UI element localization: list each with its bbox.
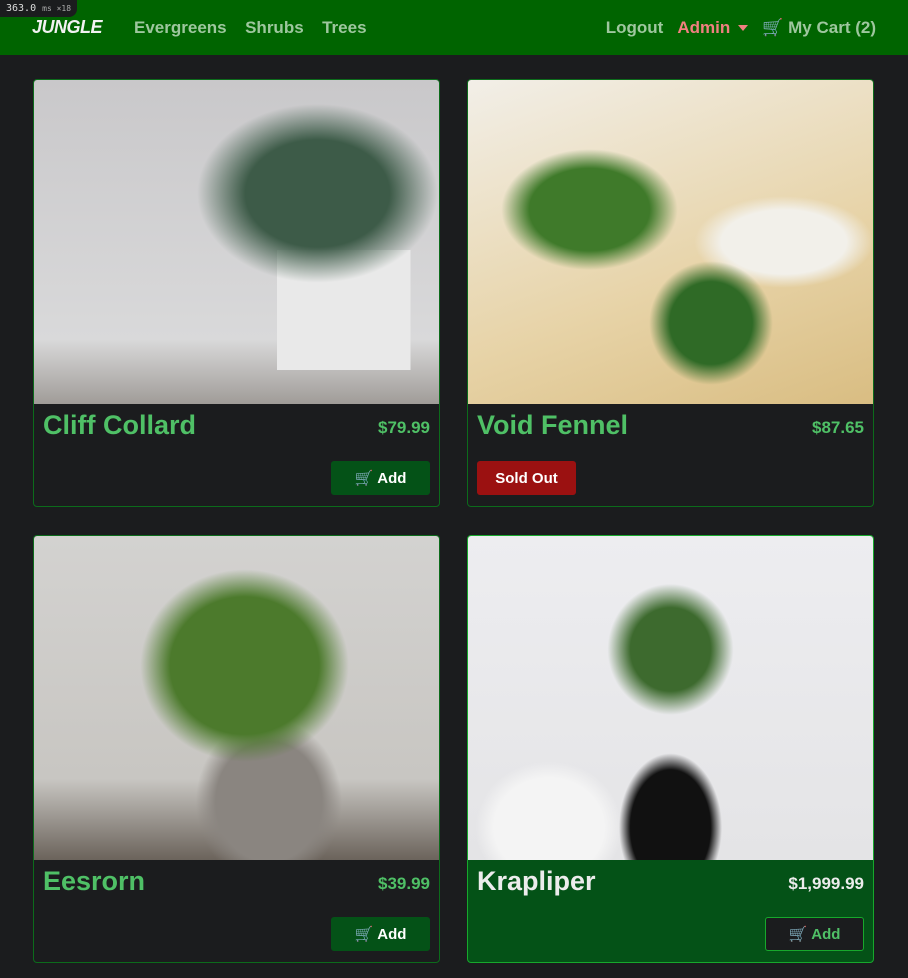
perf-unit: ms ×18 [42, 4, 72, 13]
product-card[interactable]: Cliff Collard $79.99 🛒 Add [33, 79, 440, 507]
product-name[interactable]: Krapliper [477, 866, 596, 897]
product-price: $79.99 [378, 418, 430, 437]
cart-link[interactable]: 🛒 My Cart (2) [762, 18, 876, 38]
add-to-cart-button[interactable]: 🛒 Add [331, 917, 430, 951]
product-card[interactable]: Void Fennel $87.65 Sold Out [467, 79, 874, 507]
add-to-cart-button[interactable]: 🛒 Add [765, 917, 864, 951]
brand-logo[interactable]: JUNGLE [32, 17, 103, 38]
product-price: $1,999.99 [788, 874, 864, 893]
perf-overlay: 363.0 ms ×18 [0, 0, 78, 17]
cart-label: My Cart (2) [788, 17, 876, 37]
add-label: Add [377, 925, 407, 943]
nav-shrubs[interactable]: Shrubs [245, 18, 304, 37]
product-image [34, 536, 439, 860]
sold-out-badge: Sold Out [477, 461, 576, 495]
cart-icon: 🛒 [354, 470, 374, 487]
nav-evergreens[interactable]: Evergreens [134, 18, 227, 37]
cart-icon: 🛒 [354, 926, 374, 943]
admin-dropdown[interactable]: Admin [677, 17, 749, 38]
cart-icon: 🛒 [788, 926, 808, 943]
product-grid: Cliff Collard $79.99 🛒 Add Void Fennel $8… [33, 79, 874, 963]
add-label: Add [811, 925, 841, 943]
product-image [468, 80, 873, 404]
logout-link[interactable]: Logout [606, 18, 664, 38]
product-card[interactable]: Krapliper $1,999.99 🛒 Add [467, 535, 874, 963]
category-nav: Evergreens Shrubs Trees [134, 18, 381, 38]
product-price: $87.65 [812, 418, 864, 437]
add-to-cart-button[interactable]: 🛒 Add [331, 461, 430, 495]
admin-label: Admin [677, 17, 731, 37]
navbar: JUNGLE Evergreens Shrubs Trees Logout Ad… [0, 0, 908, 55]
add-label: Add [377, 469, 407, 487]
perf-value: 363.0 [6, 3, 37, 14]
product-price: $39.99 [378, 874, 430, 893]
product-image [34, 80, 439, 404]
cart-icon: 🛒 [762, 17, 784, 37]
product-name[interactable]: Void Fennel [477, 410, 628, 441]
product-image [468, 536, 873, 860]
product-card[interactable]: Eesrorn $39.99 🛒 Add [33, 535, 440, 963]
product-name[interactable]: Eesrorn [43, 866, 145, 897]
nav-trees[interactable]: Trees [322, 18, 366, 37]
product-name[interactable]: Cliff Collard [43, 410, 196, 441]
caret-down-icon [738, 25, 749, 32]
